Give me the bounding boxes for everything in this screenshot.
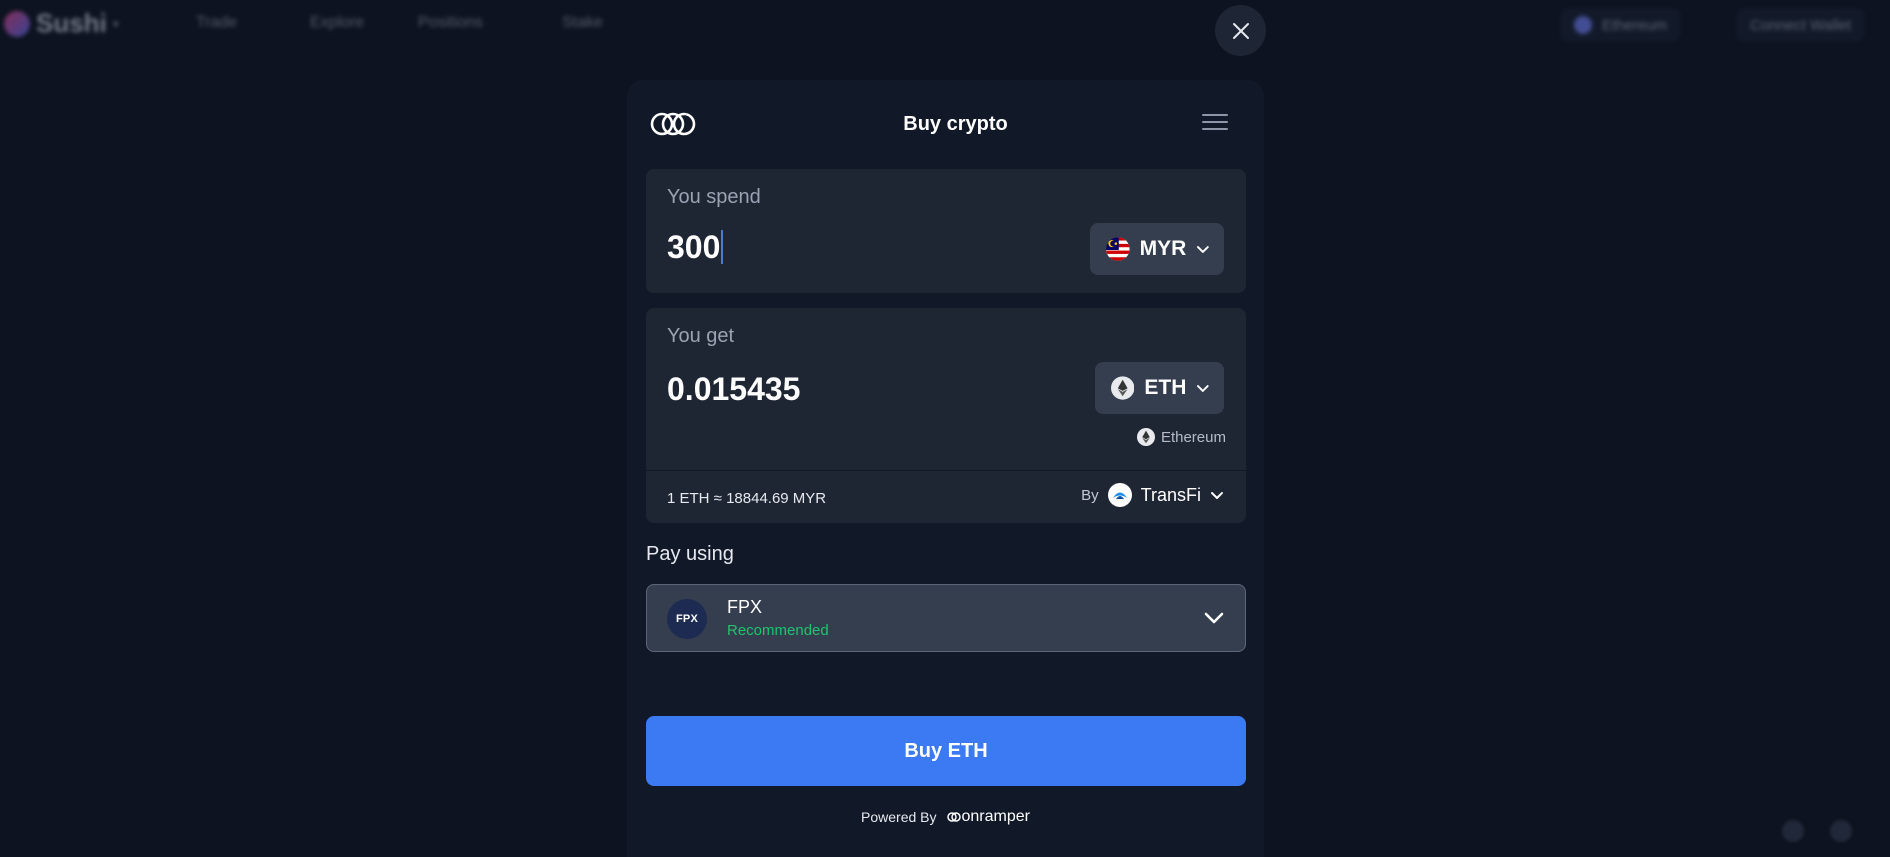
currency-code: MYR: [1139, 237, 1187, 260]
ethereum-icon: [1111, 376, 1135, 400]
widget-title: Buy crypto: [903, 113, 1008, 135]
close-icon: [1232, 22, 1249, 39]
chain-selector: Ethereum: [1560, 8, 1682, 42]
exchange-rate: 1 ETH ≈ 18844.69 MYR: [667, 490, 827, 507]
malaysia-flag-icon: [1106, 237, 1130, 261]
buy-button[interactable]: Buy ETH: [646, 716, 1246, 786]
payment-method-selector[interactable]: FPX FPX Recommended: [646, 584, 1246, 652]
chevron-down-icon: [1204, 612, 1224, 624]
chevron-down-icon: [1197, 385, 1210, 392]
nav-item-stake: Stake: [562, 14, 603, 31]
currency-selector[interactable]: MYR: [1090, 223, 1224, 275]
chain-label: Ethereum: [1602, 16, 1668, 34]
ethereum-icon: [1574, 16, 1592, 34]
token-selector[interactable]: ETH: [1095, 362, 1224, 414]
recommended-badge: Recommended: [727, 622, 829, 639]
receive-amount: 0.015435: [667, 371, 801, 407]
sushi-logo-icon: [4, 10, 30, 37]
menu-icon[interactable]: [1202, 114, 1228, 132]
fpx-logo-text: FPX: [676, 613, 698, 625]
provider-name: TransFi: [1140, 484, 1201, 505]
buy-crypto-widget: Buy crypto You spend 300 MYR You get 0.0…: [627, 80, 1264, 857]
powered-by-label: Powered By: [861, 809, 937, 825]
receive-card: You get 0.015435 ETH Ethereum 1 ETH ≈ 18…: [646, 308, 1246, 523]
help-icon: [1830, 820, 1852, 842]
close-button[interactable]: [1215, 5, 1266, 56]
background-navbar: Sushi ▾ Trade Explore Positions Stake Et…: [0, 0, 1890, 50]
widget-header: Buy crypto: [627, 100, 1264, 148]
onramper-logo-icon: [946, 812, 961, 822]
nav-item-trade: Trade: [196, 14, 238, 31]
nav-item-explore: Explore: [310, 14, 365, 31]
sushi-logo: Sushi ▾: [4, 8, 119, 39]
provider-selector[interactable]: By TransFi: [1081, 483, 1224, 507]
settings-icon: [1782, 820, 1804, 842]
spend-amount-value: 300: [667, 229, 721, 265]
chevron-down-icon: [1211, 492, 1223, 499]
spend-label: You spend: [667, 186, 761, 208]
ethereum-icon: [1136, 428, 1155, 446]
divider: [646, 470, 1246, 471]
network-indicator: Ethereum: [1136, 428, 1226, 446]
payment-method-name: FPX: [727, 597, 763, 617]
pay-using-label: Pay using: [646, 543, 734, 565]
chevron-down-icon: ▾: [112, 16, 119, 31]
provider-by-label: By: [1081, 486, 1099, 504]
powered-by: Powered By onramper: [627, 808, 1264, 826]
onramper-brand-text: onramper: [961, 808, 1030, 825]
fpx-logo-icon: FPX: [667, 599, 707, 639]
transfi-logo-icon: [1107, 483, 1132, 507]
receive-label: You get: [667, 325, 735, 347]
token-symbol: ETH: [1144, 376, 1187, 399]
spend-card: You spend 300 MYR: [646, 169, 1246, 293]
text-cursor: [721, 230, 723, 264]
connect-wallet-button: Connect Wallet: [1736, 8, 1866, 42]
logo-text: Sushi: [36, 8, 107, 38]
spend-amount-input[interactable]: 300: [667, 229, 723, 266]
chevron-down-icon: [1197, 246, 1210, 253]
nav-item-positions: Positions: [418, 14, 483, 31]
onramper-brand[interactable]: onramper: [946, 808, 1030, 826]
network-name: Ethereum: [1160, 428, 1226, 446]
